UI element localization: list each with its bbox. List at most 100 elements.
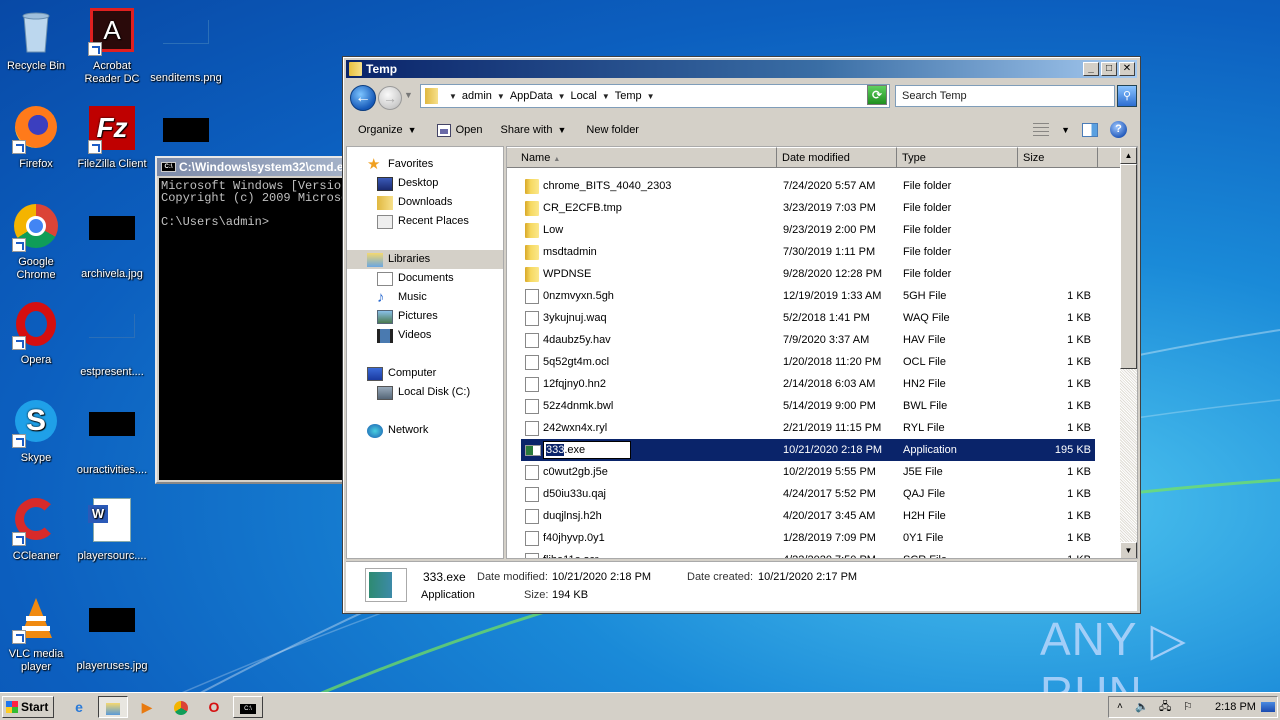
file-row[interactable]: 333.exe 10/21/2020 2:18 PM Application 195 … <box>521 439 1095 461</box>
column-header-type[interactable]: Type <box>897 147 1018 168</box>
folder-icon <box>525 223 539 238</box>
file-row[interactable]: 4daubz5y.hav 7/9/2020 3:37 AM HAV File 1 KB <box>521 329 1095 351</box>
opera-icon <box>12 302 60 350</box>
desktop-icon-ccleaner[interactable]: CCleaner <box>0 498 74 563</box>
file-row[interactable]: Low 9/23/2019 2:00 PM File folder <box>521 219 1095 241</box>
file-row[interactable]: 242wxn4x.ryl 2/21/2019 11:15 PM RYL File 1 … <box>521 417 1095 439</box>
cmd-icon[interactable]: C:\ <box>233 696 263 718</box>
nav-computer[interactable]: Computer <box>367 364 436 383</box>
file-row[interactable]: d50iu33u.qaj 4/24/2017 5:52 PM QAJ File 1 K… <box>521 483 1095 505</box>
file-row[interactable]: duqjlnsj.h2h 4/20/2017 3:45 AM H2H File 1 K… <box>521 505 1095 527</box>
help-icon[interactable]: ? <box>1110 121 1127 138</box>
show-hidden-icons-button[interactable]: ˄ <box>1117 697 1123 717</box>
network-status-icon[interactable]: 🖧 <box>1159 697 1171 717</box>
preview-pane-icon[interactable] <box>1082 122 1098 137</box>
column-header-name[interactable]: Name ▲ <box>507 147 777 168</box>
desktop-icon-recycle-bin[interactable]: Recycle Bin <box>0 8 74 73</box>
forward-button[interactable]: → <box>378 86 402 110</box>
minimize-button[interactable]: _ <box>1083 62 1099 76</box>
column-header-date[interactable]: Date modified <box>777 147 897 168</box>
desktop-icon-opera[interactable]: Opera <box>0 302 74 367</box>
breadcrumb-local[interactable]: Local <box>571 90 597 102</box>
scroll-up-button[interactable]: ▲ <box>1120 147 1137 164</box>
nav-downloads[interactable]: Downloads <box>377 193 452 212</box>
share-with-button[interactable]: Share with ▼ <box>500 124 566 136</box>
search-icon[interactable]: ⚲ <box>1117 85 1137 107</box>
explorer-icon[interactable] <box>98 696 128 718</box>
file-row[interactable]: msdtadmin 7/30/2019 1:11 PM File folder <box>521 241 1095 263</box>
desktop-icon-filezilla[interactable]: Fz FileZilla Client <box>74 106 150 171</box>
file-row[interactable]: 12fqjny0.hn2 2/14/2018 6:03 AM HN2 File 1 K… <box>521 373 1095 395</box>
nav-recent-places[interactable]: Recent Places <box>377 212 469 231</box>
internet-explorer-icon[interactable]: e <box>68 696 90 718</box>
file-row[interactable]: 52z4dnmk.bwl 5/14/2019 9:00 PM BWL File 1 K… <box>521 395 1095 417</box>
nav-videos[interactable]: Videos <box>377 326 431 345</box>
file-row[interactable]: flibe11e.scr 4/22/2020 7:50 PM SCR File 1 K… <box>521 549 1095 558</box>
nav-favorites[interactable]: ★ Favorites <box>367 155 433 174</box>
change-view-icon[interactable] <box>1033 122 1050 137</box>
file-row[interactable]: 5q52gt4m.ocl 1/20/2018 11:20 PM OCL File 1 … <box>521 351 1095 373</box>
maximize-button[interactable]: □ <box>1101 62 1117 76</box>
file-row[interactable]: f40jhyvp.0y1 1/28/2019 7:09 PM 0Y1 File 1 K… <box>521 527 1095 549</box>
desktop-icon-playersourc[interactable]: W playersourc.... <box>74 498 150 563</box>
desktop-icon-chrome[interactable]: Google Chrome <box>0 204 74 282</box>
file-row[interactable]: c0wut2gb.j5e 10/2/2019 5:55 PM J5E File 1 K… <box>521 461 1095 483</box>
desktop-icon-vlc[interactable]: VLC media player <box>0 596 74 674</box>
nav-documents[interactable]: Documents <box>377 269 454 288</box>
new-folder-button[interactable]: New folder <box>586 124 639 136</box>
sort-ascending-icon: ▲ <box>553 156 561 163</box>
desktop-icon-archivela[interactable]: archivela.jpg <box>74 204 150 281</box>
file-row[interactable]: 3ykujnuj.waq 5/2/2018 1:41 PM WAQ File 1 KB <box>521 307 1095 329</box>
close-button[interactable]: ✕ <box>1119 62 1135 76</box>
action-center-flag-icon[interactable]: ⚐ <box>1183 697 1193 717</box>
search-input[interactable]: Search Temp <box>895 85 1115 107</box>
file-row[interactable]: 0nzmvyxn.5gh 12/19/2019 1:33 AM 5GH File 1 … <box>521 285 1095 307</box>
nav-music[interactable]: ♪ Music <box>377 288 427 307</box>
file-row[interactable]: WPDNSE 9/28/2020 12:28 PM File folder <box>521 263 1095 285</box>
organize-button[interactable]: Organize ▼ <box>358 124 417 136</box>
chevron-down-icon[interactable]: ▼ <box>1061 125 1070 135</box>
back-button[interactable]: ← <box>350 85 376 111</box>
explorer-window[interactable]: Temp _ □ ✕ ← → ▼ ▼ admin ▼ AppData ▼ Loc… <box>342 56 1141 614</box>
media-player-icon[interactable]: ▶ <box>136 696 158 718</box>
navigation-bar: ← → ▼ ▼ admin ▼ AppData ▼ Local ▼ Temp ▼… <box>346 81 1137 113</box>
column-header-size[interactable]: Size <box>1018 147 1098 168</box>
cmd-console[interactable]: Microsoft Windows [Version 6.1.7601]Copy… <box>159 178 353 480</box>
clock[interactable]: 2:18 PM <box>1215 697 1256 717</box>
nav-libraries[interactable]: Libraries <box>347 250 503 269</box>
breadcrumb-admin[interactable]: admin <box>462 90 492 102</box>
volume-icon[interactable]: 🔈 <box>1135 697 1149 717</box>
desktop-icon-skype[interactable]: S Skype <box>0 400 74 465</box>
nav-desktop[interactable]: Desktop <box>377 174 438 193</box>
desktop-icon-firefox[interactable]: Firefox <box>0 106 74 171</box>
breadcrumb-appdata[interactable]: AppData <box>510 90 553 102</box>
desktop-icon-acrobat[interactable]: A Acrobat Reader DC <box>74 8 150 86</box>
file-row[interactable]: chrome_BITS_4040_2303 7/24/2020 5:57 AM Fi… <box>521 175 1095 197</box>
explorer-titlebar[interactable]: Temp _ □ ✕ <box>346 60 1137 78</box>
desktop-icon-ouractivities[interactable]: ouractivities.... <box>74 400 150 477</box>
show-desktop-button[interactable] <box>1261 702 1275 712</box>
chrome-icon[interactable] <box>170 696 192 718</box>
cmd-titlebar[interactable]: C:\ C:\Windows\system32\cmd.exe <box>157 158 353 176</box>
desktop-icon-senditems[interactable]: senditems.png <box>148 8 224 85</box>
file-type: OCL File <box>903 356 946 368</box>
refresh-button[interactable]: ⟳ <box>867 85 887 105</box>
scroll-down-button[interactable]: ▼ <box>1120 542 1137 558</box>
file-row[interactable]: CR_E2CFB.tmp 3/23/2019 7:03 PM File folder <box>521 197 1095 219</box>
recent-pages-dropdown[interactable]: ▼ <box>404 90 413 100</box>
nav-pictures[interactable]: Pictures <box>377 307 438 326</box>
vertical-scrollbar[interactable]: ▲ ▼ <box>1120 147 1137 558</box>
open-button[interactable]: Open <box>436 123 482 137</box>
opera-icon[interactable]: O <box>203 696 225 718</box>
address-bar[interactable]: ▼ admin ▼ AppData ▼ Local ▼ Temp ▼ ▼ <box>420 84 890 108</box>
breadcrumb-chevron[interactable]: ▼ <box>647 92 655 101</box>
rename-input[interactable]: 333.exe <box>543 441 631 459</box>
breadcrumb-temp[interactable]: Temp <box>615 90 642 102</box>
nav-network[interactable]: Network <box>367 421 428 440</box>
desktop-icon-estpresent[interactable]: estpresent.... <box>74 302 150 379</box>
desktop-icon-playeruses[interactable]: playeruses.jpg <box>74 596 150 673</box>
cmd-window[interactable]: C:\ C:\Windows\system32\cmd.exe Microsof… <box>155 156 355 484</box>
start-button[interactable]: Start <box>2 696 54 718</box>
nav-local-disk[interactable]: Local Disk (C:) <box>377 383 470 402</box>
scrollbar-thumb[interactable] <box>1120 164 1137 369</box>
